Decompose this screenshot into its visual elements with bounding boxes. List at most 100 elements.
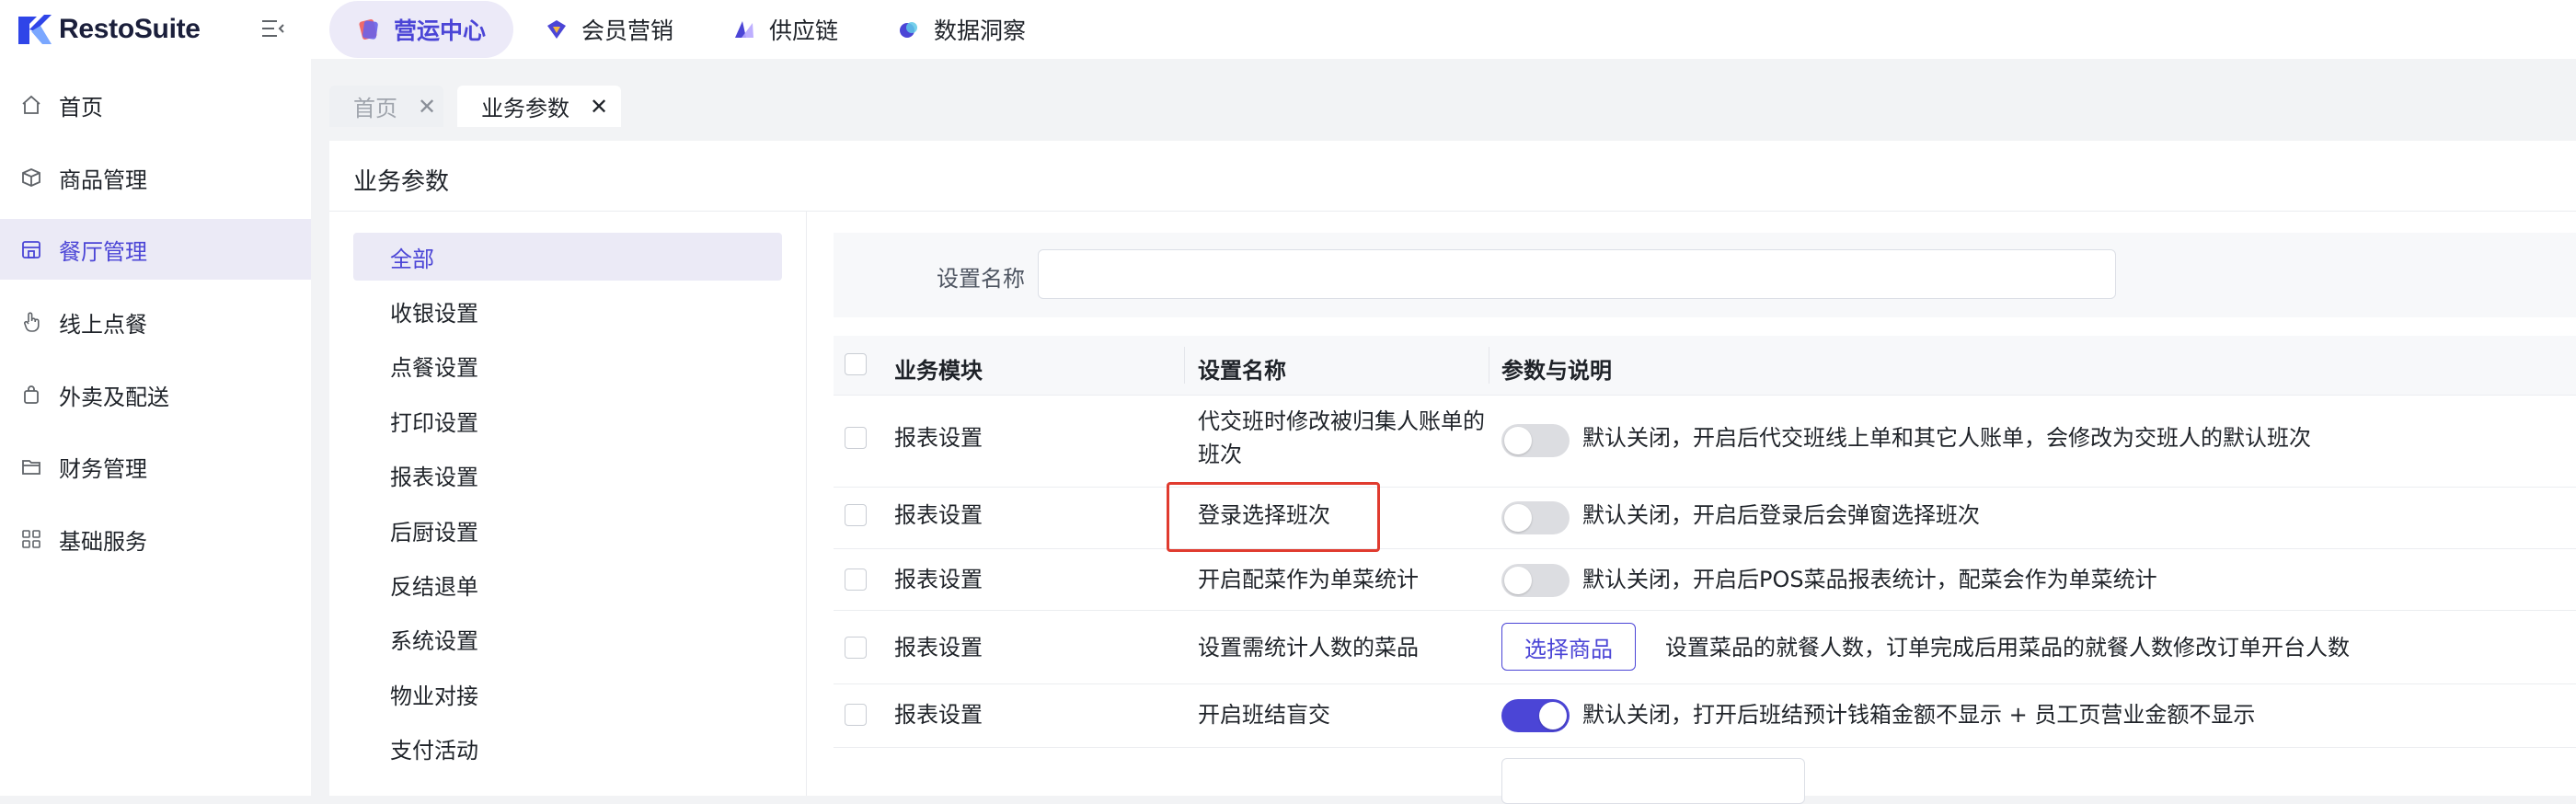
category-item-all[interactable]: 全部 [353,233,782,281]
topnav-item-supply-chain[interactable]: 供应链 [705,1,866,58]
category-item[interactable]: 报表设置 [353,451,782,499]
column-header-param: 参数与说明 [1501,358,1612,384]
sidebar-item-home[interactable]: 首页 [0,75,311,135]
category-label: 打印设置 [390,409,478,436]
column-separator [1184,347,1185,384]
tab-home[interactable]: 首页 ✕ [329,86,443,127]
category-item[interactable]: 点餐设置 [353,341,782,389]
topnav-item-operations[interactable]: 营运中心 [329,1,514,58]
sidebar-item-label: 基础服务 [59,528,147,555]
setting-toggle[interactable] [1501,501,1570,534]
topnav-item-data-insight[interactable]: 数据洞察 [869,1,1053,58]
setting-toggle[interactable] [1501,699,1570,732]
member-marketing-icon [547,20,567,39]
sidebar-item-products[interactable]: 商品管理 [0,147,311,208]
box-icon [20,167,42,189]
select-all-checkbox[interactable] [845,353,867,375]
category-item[interactable]: 物业对接 [353,670,782,718]
tab-business-params[interactable]: 业务参数 ✕ [457,86,621,127]
row-checkbox[interactable] [845,704,867,726]
cell-setting-name: 设置需统计人数的菜品 [1198,635,1419,660]
category-item[interactable]: 收银设置 [353,287,782,335]
close-icon[interactable]: ✕ [590,94,608,120]
cell-module: 报表设置 [894,502,983,528]
cell-description: 设置菜品的就餐人数，订单完成后用菜品的就餐人数修改订单开台人数 [1665,635,2350,660]
sidebar-item-label: 餐厅管理 [59,238,147,265]
setting-toggle[interactable] [1501,424,1570,457]
operations-icon [359,18,378,40]
category-label: 反结退单 [390,573,478,600]
table-row: 报表设置 开启班结盲交 默认关闭，打开后班结预计钱箱金额不显示 + 员工页营业金… [834,684,2576,748]
column-header-module: 业务模块 [894,358,983,384]
row-checkbox[interactable] [845,427,867,449]
menu-collapse-icon[interactable] [259,15,287,42]
row-checkbox[interactable] [845,569,867,591]
store-icon [20,238,42,260]
page-title: 业务参数 [353,168,450,196]
table-header: 业务模块 设置名称 参数与说明 [834,336,2576,396]
divider [329,211,2576,212]
sidebar-item-label: 商品管理 [59,167,147,193]
category-label: 支付活动 [390,737,478,764]
category-item[interactable]: 后厨设置 [353,506,782,554]
app-logo[interactable]: RestoSuite [17,13,201,46]
sidebar-item-finance[interactable]: 财务管理 [0,436,311,497]
sidebar-item-online-ordering[interactable]: 线上点餐 [0,292,311,352]
topnav-label: 供应链 [769,17,839,44]
cell-description: 默认关闭，打开后班结预计钱箱金额不显示 + 员工页营业金额不显示 [1582,702,2256,728]
highlight-box [1167,482,1380,552]
topnav-label: 会员营销 [581,17,674,44]
restosuite-logo-icon [18,15,52,44]
cell-description: 默认关闭，开启后登录后会弹窗选择班次 [1582,502,1980,528]
filter-label: 设置名称 [937,266,1025,292]
category-item[interactable]: 支付活动 [353,724,782,772]
sidebar-item-label: 线上点餐 [59,311,147,338]
category-label: 报表设置 [390,464,478,490]
hand-pointer-icon [20,311,42,333]
table-row: 报表设置 设置需统计人数的菜品 选择商品 设置菜品的就餐人数，订单完成后用菜品的… [834,611,2576,684]
category-label: 后厨设置 [390,519,478,546]
category-item[interactable]: 反结退单 [353,560,782,608]
sidebar-item-basic-services[interactable]: 基础服务 [0,509,311,569]
topnav-label: 数据洞察 [934,17,1027,44]
cell-description: 默认关闭，开启后代交班线上单和其它人账单，会修改为交班人的默认班次 [1582,425,2311,451]
cell-setting-name: 代交班时修改被归集人账单的 班次 [1198,405,1485,471]
table-row: 报表设置 开启配菜作为单菜统计 默认关闭，开启后POS菜品报表统计，配菜会作为单… [834,549,2576,611]
sidebar-item-restaurant[interactable]: 餐厅管理 [0,219,311,280]
setting-value-input[interactable] [1501,758,1805,804]
category-item[interactable]: 系统设置 [353,614,782,662]
cell-module: 报表设置 [894,635,983,660]
category-label: 点餐设置 [390,354,478,381]
home-icon [20,94,42,116]
row-checkbox[interactable] [845,504,867,526]
cell-setting-name-line: 班次 [1198,442,1242,467]
folder-icon [20,455,42,477]
cell-setting-name: 开启配菜作为单菜统计 [1198,567,1419,592]
close-icon[interactable]: ✕ [418,94,436,120]
select-products-button[interactable]: 选择商品 [1501,623,1636,671]
sidebar-item-label: 首页 [59,94,103,121]
topnav-item-member-marketing[interactable]: 会员营销 [517,1,701,58]
topnav-label: 营运中心 [394,17,487,44]
row-checkbox[interactable] [845,637,867,659]
sidebar-item-delivery[interactable]: 外卖及配送 [0,364,311,425]
bag-icon [20,384,42,406]
category-label: 物业对接 [390,683,478,709]
sidebar-item-label: 财务管理 [59,455,147,482]
setting-toggle[interactable] [1501,564,1570,597]
tab-label: 业务参数 [481,96,569,121]
category-label: 系统设置 [390,627,478,654]
app-name: RestoSuite [59,14,201,44]
supply-chain-icon [735,21,754,38]
setting-name-input[interactable] [1038,249,2116,299]
cell-description: 默认关闭，开启后POS菜品报表统计，配菜会作为单菜统计 [1582,567,2157,592]
cell-module: 报表设置 [894,567,983,592]
column-header-name: 设置名称 [1198,358,1286,384]
divider [806,212,807,796]
sidebar: 首页 商品管理 餐厅管理 线上点餐 外卖及配送 财务管理 基础服务 [0,59,311,796]
category-item[interactable]: 打印设置 [353,396,782,444]
category-label: 收银设置 [390,300,478,327]
data-insight-icon [900,22,918,38]
cell-module: 报表设置 [894,425,983,451]
tab-label: 首页 [353,96,397,121]
